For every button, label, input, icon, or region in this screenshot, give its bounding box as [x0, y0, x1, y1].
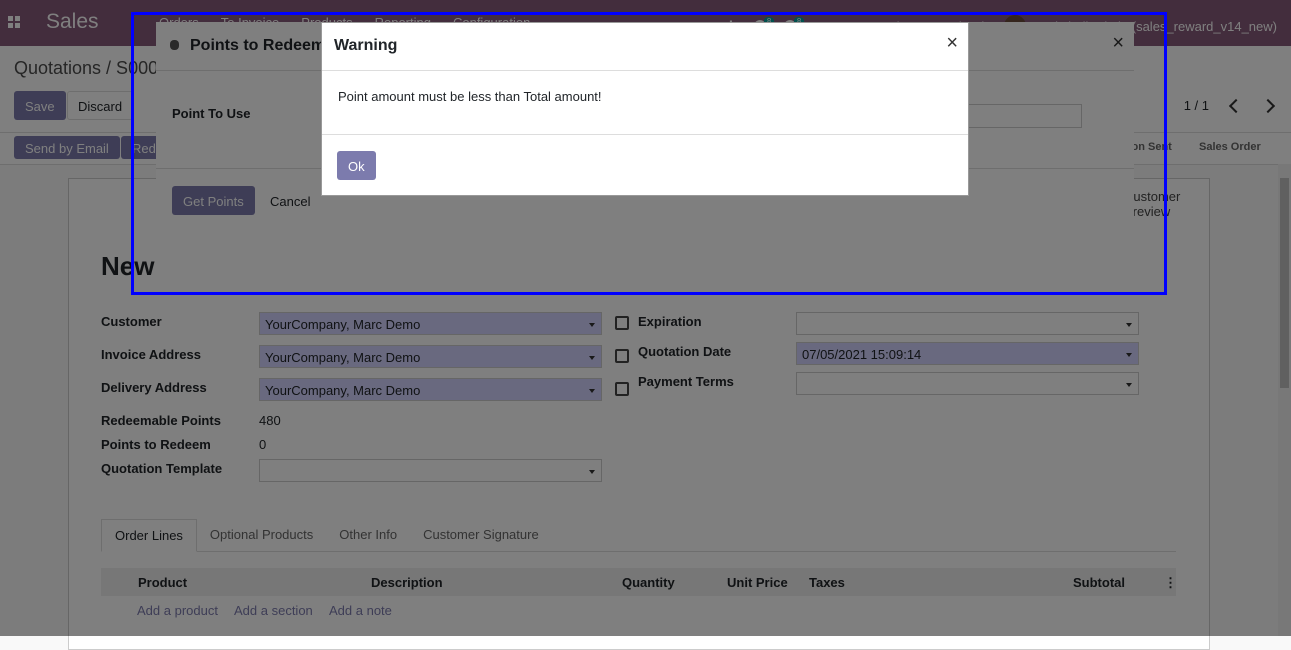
- warning-message: Point amount must be less than Total amo…: [338, 89, 602, 104]
- dialog-title: Warning: [334, 37, 398, 54]
- dialog-header: Warning ×: [322, 23, 968, 71]
- close-icon[interactable]: ×: [946, 32, 958, 55]
- ok-button[interactable]: Ok: [337, 151, 376, 180]
- warning-dialog: Warning × Point amount must be less than…: [321, 22, 969, 196]
- dialog-footer: Ok: [322, 134, 968, 197]
